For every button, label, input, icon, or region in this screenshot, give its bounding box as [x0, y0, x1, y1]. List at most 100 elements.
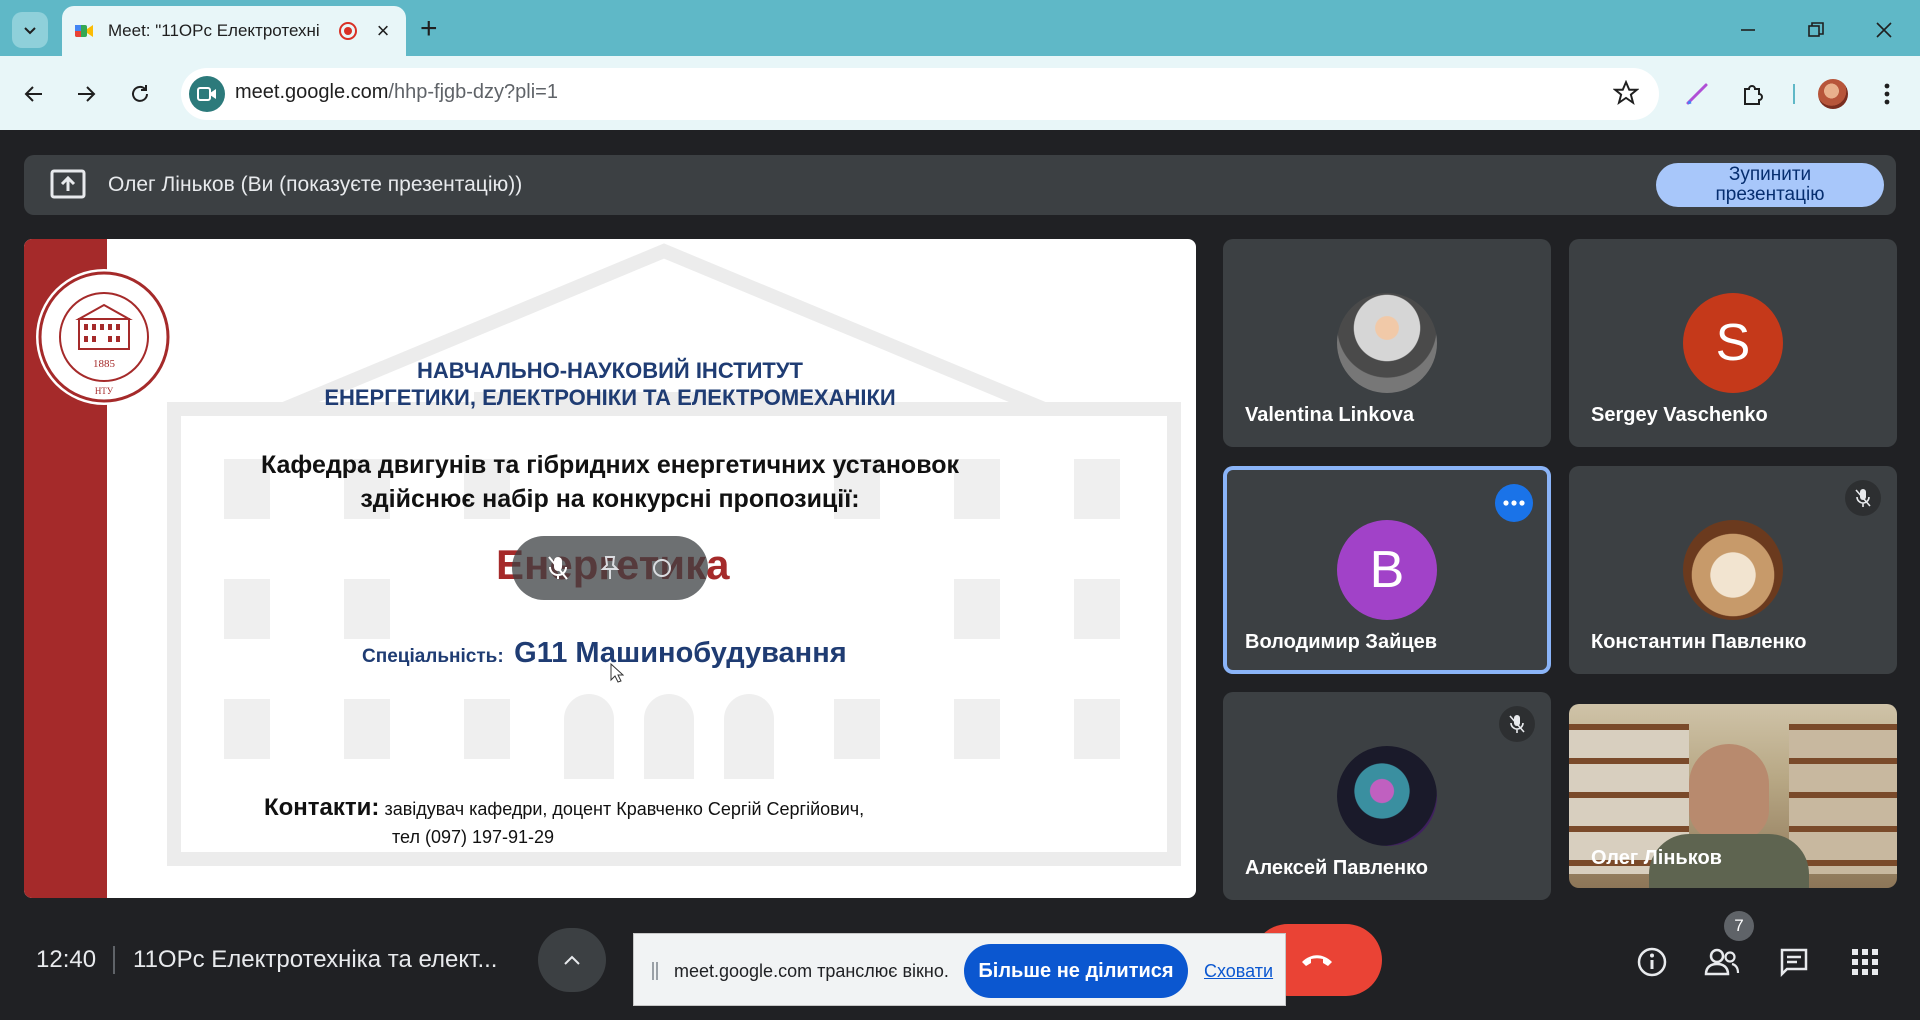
toolbar-separator [1793, 84, 1795, 104]
participant-video-tile[interactable]: Олег Ліньков [1569, 704, 1897, 888]
specialty-value: G11 Машинобудування [514, 637, 847, 669]
more-controls-button[interactable] [538, 928, 606, 992]
url-text: meet.google.com/hhp-fjgb-dzy?pli=1 [235, 81, 558, 103]
browser-tab[interactable]: Meet: "11ОРс Електротехні × [62, 6, 406, 56]
reload-button[interactable] [120, 74, 160, 114]
present-screen-icon [50, 169, 86, 199]
share-message: meet.google.com транслює вікно. [674, 961, 949, 981]
avatar: В [1337, 520, 1437, 620]
participant-tile[interactable]: S Sergey Vaschenko [1569, 239, 1897, 447]
avatar [1337, 746, 1437, 846]
participant-name: Алексей Павленко [1245, 857, 1428, 879]
forward-button[interactable] [66, 74, 106, 114]
institute-line-1: НАВЧАЛЬНО-НАУКОВИЙ ІНСТИТУТ [417, 358, 803, 383]
restore-button[interactable] [1796, 12, 1836, 48]
avatar: S [1683, 293, 1783, 393]
participant-name: Олег Ліньков [1591, 847, 1722, 869]
close-tab-icon[interactable]: × [370, 18, 396, 44]
avatar [1683, 520, 1783, 620]
participant-count-badge: 7 [1724, 911, 1754, 941]
reload-icon [132, 85, 148, 102]
specialty-label: Спеціальність: [362, 646, 504, 667]
contacts-line-2: тел (097) 197-91-29 [392, 827, 555, 847]
pen-extension-button[interactable] [1678, 75, 1716, 113]
meeting-details-button[interactable] [1630, 940, 1674, 984]
department-line-2: здійснює набір на конкурсні пропозиції: [360, 485, 860, 513]
people-button[interactable] [1700, 940, 1744, 984]
site-info-button[interactable] [189, 76, 225, 112]
bottom-divider [113, 946, 115, 974]
avatar [1337, 293, 1437, 393]
tab-title: Meet: "11ОРс Електротехні [108, 21, 320, 40]
restore-icon [1808, 22, 1824, 37]
tab-search-button[interactable] [12, 12, 48, 48]
drag-handle[interactable] [652, 962, 658, 980]
specialty-line: Спеціальність: G11 Машинобудування [362, 637, 1082, 670]
arrow-left-icon [24, 86, 42, 102]
profile-avatar[interactable] [1818, 79, 1848, 109]
chevron-down-icon [24, 27, 36, 35]
stop-presenting-button[interactable]: Зупинити презентацію [1656, 163, 1884, 207]
mic-muted-indicator [1499, 706, 1535, 742]
clock: 12:40 [36, 946, 97, 973]
mic-muted-indicator [1845, 480, 1881, 516]
department-text: Кафедра двигунів та гібридних енергетичн… [24, 448, 1196, 516]
contacts-label: Контакти: [264, 794, 380, 821]
presentation-slide: 1885 НТУ НАВЧАЛЬНО-НАУКОВИЙ ІНСТИТУТ ЕНЕ… [24, 239, 1196, 898]
pin-icon[interactable] [599, 555, 621, 581]
institute-title: НАВЧАЛЬНО-НАУКОВИЙ ІНСТИТУТ ЕНЕРГЕТИКИ, … [24, 357, 1196, 411]
contacts-block: Контакти: завідувач кафедри, доцент Крав… [264, 794, 1064, 851]
people-icon [1704, 948, 1740, 976]
meet-favicon-icon [75, 25, 93, 37]
activities-button[interactable] [1843, 940, 1887, 984]
more-vert-icon [1884, 83, 1890, 105]
participant-tile[interactable]: Константин Павленко [1569, 466, 1897, 674]
department-line-1: Кафедра двигунів та гібридних енергетичн… [260, 451, 960, 479]
hide-link[interactable]: Сховати [1204, 961, 1273, 982]
mic-off-icon [1855, 489, 1871, 507]
minimize-icon [1741, 29, 1755, 31]
more-horiz-icon [1503, 500, 1525, 506]
bookshelf-background-right [1789, 724, 1897, 874]
apps-grid-icon [1852, 949, 1878, 975]
close-window-button[interactable] [1864, 12, 1904, 48]
contacts-line-1: завідувач кафедри, доцент Кравченко Серг… [384, 799, 865, 819]
stop-presenting-label-1: Зупинити [1728, 164, 1812, 185]
info-icon [1637, 947, 1667, 977]
stop-sharing-button[interactable]: Більше не ділитися [964, 944, 1188, 998]
institute-line-2: ЕНЕРГЕТИКИ, ЕЛЕКТРОНІКИ ТА ЕЛЕКТРОМЕХАНІ… [324, 385, 896, 410]
minimize-button[interactable] [1728, 12, 1768, 48]
meeting-title: 11ОРс Електротехніка та елект... [133, 946, 498, 973]
more-options-button[interactable] [1495, 484, 1533, 522]
expand-icon[interactable] [651, 555, 673, 581]
participant-tile-active[interactable]: В Володимир Зайцев [1223, 466, 1551, 674]
browser-toolbar: meet.google.com/hhp-fjgb-dzy?pli=1 [0, 56, 1920, 130]
address-bar[interactable]: meet.google.com/hhp-fjgb-dzy?pli=1 [181, 68, 1659, 120]
presenting-text: Олег Ліньков (Ви (показуєте презентацію)… [108, 173, 523, 196]
puzzle-icon [1744, 85, 1763, 105]
back-button[interactable] [14, 74, 54, 114]
chat-icon [1780, 948, 1808, 978]
participant-tile[interactable]: Алексей Павленко [1223, 692, 1551, 900]
person-head [1689, 744, 1769, 840]
pen-icon [1686, 83, 1708, 105]
close-icon [1876, 22, 1892, 38]
recording-icon [339, 22, 357, 40]
browser-tab-bar: Meet: "11ОРс Електротехні × + [0, 0, 1920, 56]
presenting-banner: Олег Ліньков (Ви (показуєте презентацію)… [24, 155, 1896, 215]
call-end-icon [1302, 955, 1332, 966]
mic-off-icon[interactable] [547, 555, 569, 581]
participant-tile[interactable]: Valentina Linkova [1223, 239, 1551, 447]
slide-overlay-controls[interactable] [512, 536, 708, 600]
browser-menu-button[interactable] [1868, 75, 1906, 113]
screen-share-notification: meet.google.com транслює вікно. Більше н… [633, 933, 1286, 1006]
arrow-right-icon [78, 86, 96, 102]
participant-name: Константин Павленко [1591, 631, 1807, 653]
extensions-button[interactable] [1734, 75, 1772, 113]
participant-name: Sergey Vaschenko [1591, 404, 1768, 426]
chat-button[interactable] [1772, 940, 1816, 984]
new-tab-button[interactable]: + [420, 14, 438, 44]
bookmark-star-icon[interactable] [1613, 80, 1639, 106]
participant-name: Valentina Linkova [1245, 404, 1414, 426]
mic-off-icon [1509, 715, 1525, 733]
